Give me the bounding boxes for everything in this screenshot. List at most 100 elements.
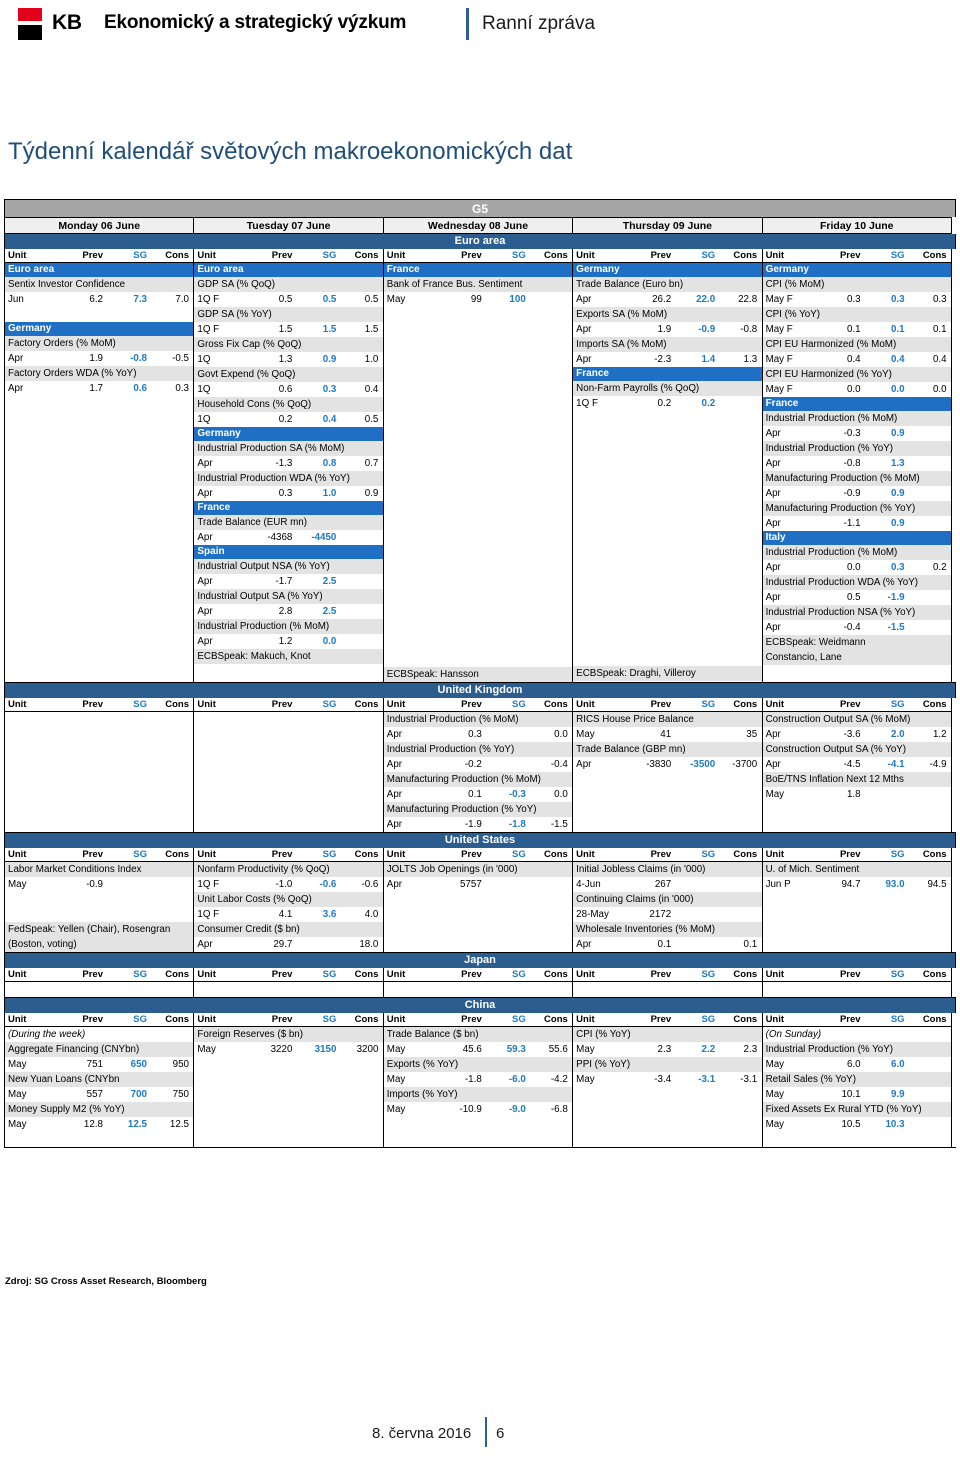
indicator-label: GDP SA (% YoY) xyxy=(194,307,383,322)
col-header-prev: Prev xyxy=(461,250,482,261)
column-header-row: Unit Prev SG Cons xyxy=(762,249,951,263)
indicator-label: Fixed Assets Ex Rural YTD (% YoY) xyxy=(762,1102,951,1117)
calendar-column-friday: Unit Prev SG Cons (On Sunday) Industrial Prod… xyxy=(761,1013,952,1147)
cell-cons: 0.0 xyxy=(554,729,568,740)
cell-unit: May xyxy=(386,1074,406,1085)
column-header-row: Unit Prev SG Cons xyxy=(762,848,951,862)
cell-sg: 59.3 xyxy=(506,1044,526,1055)
cell-prev: 1.3 xyxy=(278,354,293,365)
cell-prev: -4368 xyxy=(267,532,293,543)
col-header-sg: SG xyxy=(701,849,716,860)
cell-unit: Apr xyxy=(576,354,592,365)
country-subheader: Germany xyxy=(5,322,194,336)
indicator-label: Sentix Investor Confidence xyxy=(5,277,194,292)
col-header-sg: SG xyxy=(322,849,337,860)
col-header-prev: Prev xyxy=(271,250,293,261)
col-header-unit: Unit xyxy=(386,699,406,710)
data-row: Apr 1.9 -0.8 -0.5 xyxy=(5,351,193,366)
indicator-label: Exports (% YoY) xyxy=(383,1057,573,1072)
spacer-row xyxy=(383,937,573,952)
cell-sg: 0.1 xyxy=(890,324,905,335)
cell-sg: -6.0 xyxy=(508,1074,526,1085)
col-header-sg: SG xyxy=(322,969,337,980)
cell-prev: -0.8 xyxy=(843,458,861,469)
cell-unit: Apr xyxy=(197,532,213,543)
cell-sg: 0.6 xyxy=(133,383,147,394)
spacer-row xyxy=(383,562,573,577)
column-header-row: Unit Prev SG Cons xyxy=(383,848,573,862)
spacer-row xyxy=(573,591,762,606)
indicator-label: Initial Jobless Claims (in '000) xyxy=(573,862,762,877)
col-header-unit: Unit xyxy=(197,1014,216,1025)
calendar-column-thursday: Unit Prev SG Cons xyxy=(572,968,763,997)
cell-cons: -0.4 xyxy=(550,759,568,770)
indicator-label: Continuing Claims (in '000) xyxy=(573,892,762,907)
indicator-label: Wholesale Inventories (% MoM) xyxy=(573,922,762,937)
cell-prev: 99 xyxy=(470,294,482,305)
data-row: May 3220 3150 3200 xyxy=(194,1042,382,1057)
indicator-label: BoE/TNS Inflation Next 12 Mths xyxy=(762,772,951,787)
spacer-row xyxy=(5,907,194,922)
indicator-label: Imports SA (% MoM) xyxy=(573,337,762,352)
col-header-cons: Cons xyxy=(733,250,758,261)
data-row: Apr -3.6 2.0 1.2 xyxy=(763,727,951,742)
cell-unit: May xyxy=(8,1119,27,1130)
days-header-row: Monday 06 June Tuesday 07 June Wednesday… xyxy=(4,217,956,234)
calendar-column-tuesday: Unit Prev SG Cons xyxy=(193,968,384,997)
indicator-label: Industrial Production SA (% MoM) xyxy=(194,441,383,456)
region-body-japan: Unit Prev SG Cons Unit Prev SG Cons Unit Prev SG… xyxy=(4,968,956,998)
country-subheader: France xyxy=(383,263,573,277)
data-row: May F 0.3 0.3 0.3 xyxy=(763,292,951,307)
calendar-column-monday: Unit Prev SG Cons Labor Market Conditions In… xyxy=(4,848,195,952)
cell-unit: May F xyxy=(765,294,793,305)
cell-sg: 0.3 xyxy=(890,294,905,305)
col-header-sg: SG xyxy=(701,699,716,710)
speaker-note: ECBSpeak: Draghi, Villeroy xyxy=(573,666,762,681)
cell-cons xyxy=(905,620,951,635)
spacer-row xyxy=(573,576,762,591)
cell-prev: 0.2 xyxy=(278,414,293,425)
cell-prev: 10.1 xyxy=(841,1089,861,1100)
spacer-row xyxy=(573,456,762,471)
cell-sg: -0.9 xyxy=(698,324,716,335)
cell-unit: May xyxy=(386,1104,406,1115)
col-header-cons: Cons xyxy=(165,699,189,710)
cell-sg xyxy=(671,937,715,952)
cell-sg xyxy=(103,877,147,892)
col-header-sg: SG xyxy=(890,969,905,980)
indicator-label: Industrial Production (% MoM) xyxy=(383,712,573,727)
indicator-label: CPI (% YoY) xyxy=(573,1027,762,1042)
country-subheader: Germany xyxy=(194,427,383,441)
calendar-column-monday: Unit Prev SG Cons xyxy=(4,698,195,832)
cell-unit: Apr xyxy=(765,458,781,469)
cell-sg: 700 xyxy=(130,1089,147,1100)
cell-sg: -1.5 xyxy=(887,622,905,633)
data-row: 28-May 2172 xyxy=(573,907,761,922)
data-row: Apr 0.1 0.1 xyxy=(573,937,761,952)
spacer-row xyxy=(573,606,762,621)
cell-prev: 0.6 xyxy=(278,384,293,395)
spacer-row xyxy=(383,307,573,322)
cell-unit: Apr xyxy=(576,294,592,305)
cell-unit: 1Q xyxy=(197,354,211,365)
cell-cons: 0.0 xyxy=(932,384,947,395)
spacer-row xyxy=(762,817,951,832)
cell-unit: May xyxy=(8,879,27,890)
spacer-row xyxy=(194,982,383,997)
cell-unit: May xyxy=(197,1044,216,1055)
col-header-unit: Unit xyxy=(386,1014,406,1025)
cell-unit: Apr xyxy=(386,729,403,740)
cell-prev: -0.2 xyxy=(464,759,482,770)
cell-cons: 0.4 xyxy=(364,384,379,395)
speaker-note: Constancio, Lane xyxy=(762,650,951,665)
cell-sg: 0.5 xyxy=(322,294,337,305)
cell-unit: 4-Jun xyxy=(576,879,601,890)
spacer-row xyxy=(5,307,194,322)
col-header-cons: Cons xyxy=(922,969,947,980)
cell-prev: -0.9 xyxy=(86,879,103,890)
data-row: May 6.0 6.0 xyxy=(763,1057,951,1072)
country-subheader: Italy xyxy=(762,531,951,545)
col-header-sg: SG xyxy=(133,1014,147,1025)
col-header-prev: Prev xyxy=(839,250,861,261)
spacer-row xyxy=(573,651,762,666)
